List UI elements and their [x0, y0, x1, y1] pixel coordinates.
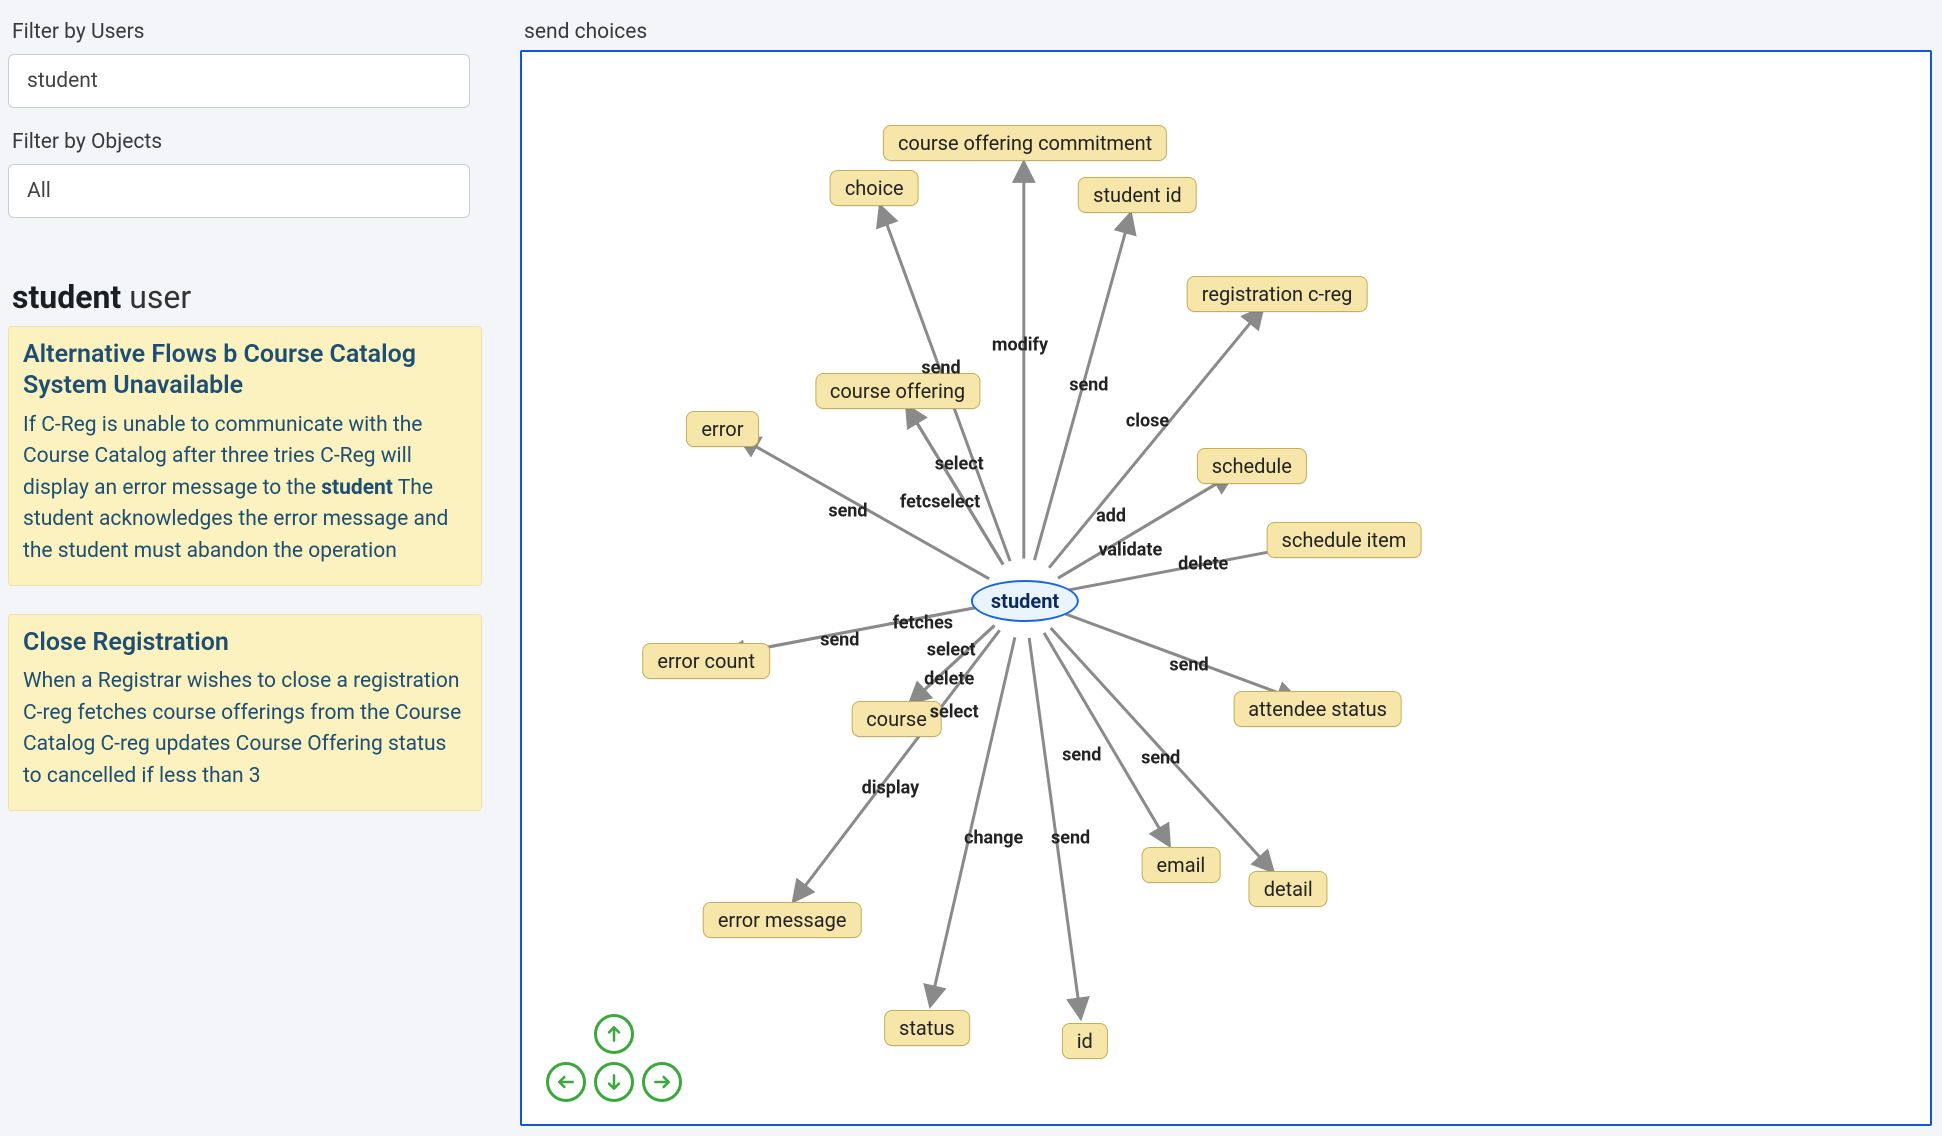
graph-node-error[interactable]: error [686, 411, 758, 447]
app-root: Filter by Users student Filter by Object… [0, 0, 1942, 1136]
graph-edge [1029, 638, 1080, 1017]
graph-edge [794, 630, 1000, 901]
graph-node-course[interactable]: course [851, 701, 942, 737]
graph-edge [1034, 214, 1130, 560]
graph-nav-up[interactable] [594, 1014, 634, 1054]
filter-objects-select[interactable]: All [8, 164, 470, 218]
graph-node-student-id[interactable]: student id [1078, 177, 1196, 213]
graph-svg [522, 52, 1930, 1124]
user-heading-light: user [121, 278, 191, 316]
filter-users-select[interactable]: student [8, 54, 470, 108]
user-heading-bold: student [12, 278, 121, 316]
graph-node-schedule-item[interactable]: schedule item [1267, 522, 1422, 558]
filter-users-label: Filter by Users [12, 20, 482, 44]
graph-node-error-message[interactable]: error message [703, 902, 862, 938]
graph-node-id[interactable]: id [1062, 1023, 1108, 1059]
arrow-right-icon [652, 1072, 672, 1092]
flow-card[interactable]: Close Registration When a Registrar wish… [8, 614, 482, 811]
arrow-down-icon [604, 1072, 624, 1092]
flow-card-title: Alternative Flows b Course Catalog Syste… [23, 339, 467, 402]
graph-center-node[interactable]: student [971, 580, 1079, 622]
flow-card-title: Close Registration [23, 627, 467, 658]
graph-node-detail[interactable]: detail [1249, 871, 1328, 907]
graph-edge [1061, 612, 1296, 699]
graph-area[interactable]: student choice course offering commitment… [520, 50, 1932, 1126]
graph-node-attendee-status[interactable]: attendee status [1233, 691, 1402, 727]
graph-title: send choices [524, 20, 1932, 44]
graph-edge [930, 637, 1014, 1005]
graph-node-status[interactable]: status [884, 1010, 970, 1046]
graph-nav-right[interactable] [642, 1062, 682, 1102]
user-heading: student user [12, 278, 482, 316]
graph-node-email[interactable]: email [1142, 847, 1221, 883]
graph-nav-down[interactable] [594, 1062, 634, 1102]
flow-card-body: When a Registrar wishes to close a regis… [23, 666, 467, 792]
graph-edge [740, 437, 990, 578]
flow-card[interactable]: Alternative Flows b Course Catalog Syste… [8, 326, 482, 586]
filter-objects-value: All [27, 179, 51, 203]
graph-node-schedule[interactable]: schedule [1197, 448, 1307, 484]
sidebar: Filter by Users student Filter by Object… [0, 0, 490, 1136]
graph-node-choice[interactable]: choice [830, 170, 919, 206]
main: send choices student choice course offeri… [490, 0, 1942, 1136]
arrow-left-icon [556, 1072, 576, 1092]
graph-nav-controls [542, 1010, 686, 1106]
graph-node-course-offering[interactable]: course offering [815, 373, 980, 409]
graph-node-course-offering-commitment[interactable]: course offering commitment [883, 125, 1167, 161]
graph-nav-left[interactable] [546, 1062, 586, 1102]
graph-node-registration-creg[interactable]: registration c-reg [1187, 276, 1368, 312]
graph-node-error-count[interactable]: error count [642, 643, 770, 679]
graph-edge [1049, 308, 1262, 567]
flow-card-body: If C-Reg is unable to communicate with t… [23, 410, 467, 568]
arrow-up-icon [604, 1024, 624, 1044]
filter-objects-label: Filter by Objects [12, 130, 482, 154]
filter-users-value: student [27, 69, 98, 93]
